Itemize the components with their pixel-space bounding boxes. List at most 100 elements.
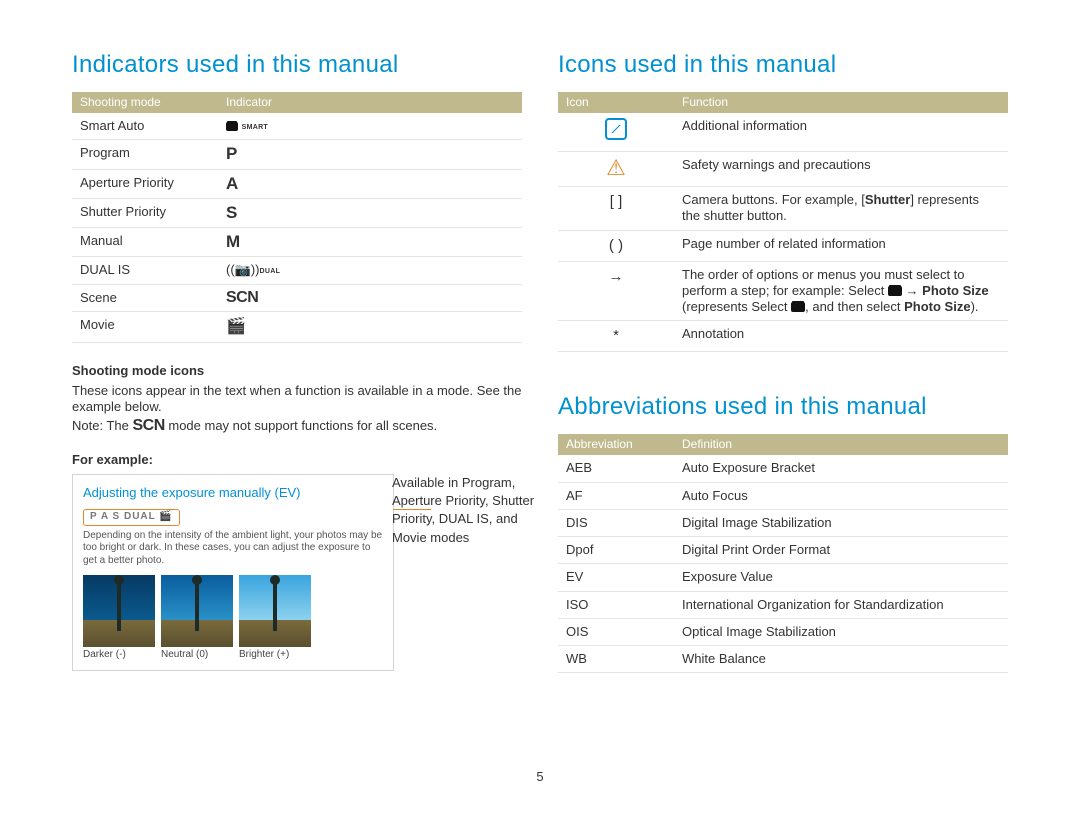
indicator-cell: M [218,228,522,257]
mode-cell: Smart Auto [72,113,218,140]
parentheses-icon: ( ) [609,237,623,254]
table-row: ⚠ Safety warnings and precautions [558,152,1008,187]
def-cell: Optical Image Stabilization [674,618,1008,645]
example-mode-strip: P A S DUAL 🎬 [83,509,180,526]
table-row: ( ) Page number of related information [558,230,1008,261]
table-row: Program P [72,140,522,169]
abbr-cell: WB [558,646,674,673]
function-cell: Page number of related information [674,230,1008,261]
def-cell: Auto Focus [674,482,1008,509]
def-cell: Digital Image Stabilization [674,509,1008,536]
def-cell: International Organization for Standardi… [674,591,1008,618]
thumb-neutral: Neutral (0) [161,575,233,662]
table-row: Movie 🎬 [72,311,522,342]
indicator-cell: SMART [218,113,522,140]
body-text: These icons appear in the text when a fu… [72,383,522,416]
table-row: Scene SCN [72,284,522,311]
abbr-cell: DIS [558,509,674,536]
mode-cell: Aperture Priority [72,169,218,198]
table-row: → The order of options or menus you must… [558,261,1008,321]
table-row: * Annotation [558,321,1008,352]
abbreviations-table: Abbreviation Definition AEBAuto Exposure… [558,434,1008,673]
table-row: OISOptical Image Stabilization [558,618,1008,645]
table-row: Manual M [72,228,522,257]
table-row: Shutter Priority S [72,198,522,227]
th-shooting-mode: Shooting mode [72,92,218,113]
function-cell: The order of options or menus you must s… [674,261,1008,321]
thumb-caption: Brighter (+) [239,649,311,662]
example-callout: Available in Program, Aperture Priority,… [392,474,542,547]
note-icon [605,118,627,140]
indicator-cell: A [218,169,522,198]
indicator-cell: SCN [218,284,522,311]
table-row: AEBAuto Exposure Bracket [558,455,1008,482]
brackets-icon: [ ] [610,193,623,210]
heading-icons: Icons used in this manual [558,50,1008,80]
example-panel: Adjusting the exposure manually (EV) P A… [72,474,394,671]
subhead-shooting-mode-icons: Shooting mode icons [72,363,522,379]
indicators-table: Shooting mode Indicator Smart Auto SMART… [72,92,522,343]
abbr-cell: AF [558,482,674,509]
th-abbreviation: Abbreviation [558,434,674,455]
example-title: Adjusting the exposure manually (EV) [83,485,383,501]
def-cell: Digital Print Order Format [674,537,1008,564]
mode-cell: DUAL IS [72,257,218,284]
table-row: Additional information [558,113,1008,152]
table-row: Aperture Priority A [72,169,522,198]
arrow-icon: → [609,268,624,285]
camera-smart-icon: SMART [226,118,268,133]
indicator-cell: S [218,198,522,227]
thumb-darker: Darker (-) [83,575,155,662]
table-row: EVExposure Value [558,564,1008,591]
table-row: AFAuto Focus [558,482,1008,509]
abbr-cell: AEB [558,455,674,482]
def-cell: Auto Exposure Bracket [674,455,1008,482]
th-icon: Icon [558,92,674,113]
indicator-cell: 🎬 [218,311,522,342]
th-function: Function [674,92,1008,113]
table-row: Smart Auto SMART [72,113,522,140]
icon-cell: ⚠ [558,152,674,187]
indicator-cell: P [218,140,522,169]
movie-icon: 🎬 [226,318,246,335]
page-number: 5 [0,769,1080,785]
abbr-cell: Dpof [558,537,674,564]
icon-cell: * [558,321,674,352]
camera-icon [791,302,805,312]
mode-cell: Shutter Priority [72,198,218,227]
abbr-cell: EV [558,564,674,591]
function-cell: Safety warnings and precautions [674,152,1008,187]
asterisk-icon: * [613,327,619,344]
function-cell: Annotation [674,321,1008,352]
icon-cell: → [558,261,674,321]
dual-is-icon: ((📷))DUAL [226,262,280,277]
subhead-for-example: For example: [72,452,522,468]
example-body: Depending on the intensity of the ambien… [83,530,383,568]
function-cell: Camera buttons. For example, [Shutter] r… [674,187,1008,231]
table-row: DISDigital Image Stabilization [558,509,1008,536]
icon-cell: ( ) [558,230,674,261]
table-row: ISOInternational Organization for Standa… [558,591,1008,618]
abbr-cell: OIS [558,618,674,645]
thumb-brighter: Brighter (+) [239,575,311,662]
warning-icon: ⚠ [606,157,626,179]
table-row: WBWhite Balance [558,646,1008,673]
icons-table: Icon Function Additional information ⚠ S… [558,92,1008,352]
camera-icon [888,286,902,296]
indicator-cell: ((📷))DUAL [218,257,522,284]
body-note: Note: The SCN mode may not support funct… [72,418,522,434]
mode-cell: Scene [72,284,218,311]
thumb-caption: Darker (-) [83,649,155,662]
th-definition: Definition [674,434,1008,455]
example-thumbnails: Darker (-) Neutral (0) Brighter (+) [83,575,383,662]
icon-cell [558,113,674,152]
left-column: Indicators used in this manual Shooting … [72,50,522,795]
abbr-cell: ISO [558,591,674,618]
mode-cell: Movie [72,311,218,342]
thumb-caption: Neutral (0) [161,649,233,662]
heading-indicators: Indicators used in this manual [72,50,522,80]
function-cell: Additional information [674,113,1008,152]
table-row: DUAL IS ((📷))DUAL [72,257,522,284]
th-indicator: Indicator [218,92,522,113]
mode-cell: Manual [72,228,218,257]
